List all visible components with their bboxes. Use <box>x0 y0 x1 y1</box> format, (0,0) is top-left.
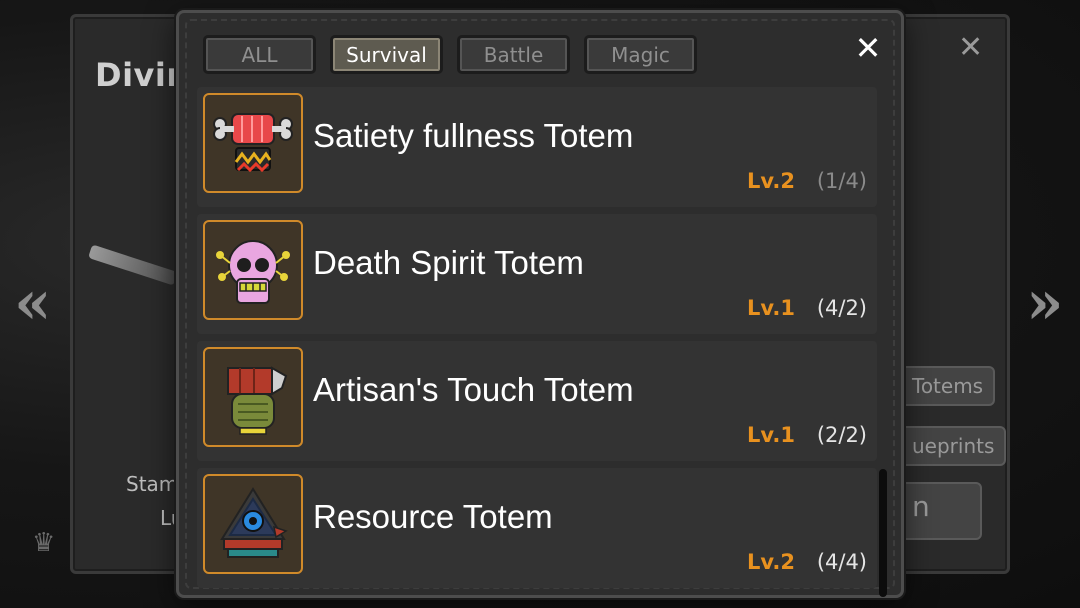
item-name: Resource Totem <box>313 498 553 535</box>
item-name: Artisan's Touch Totem <box>313 371 634 408</box>
blueprints-button[interactable]: ueprints <box>900 426 1007 466</box>
next-arrow-icon[interactable]: » <box>1026 268 1064 338</box>
item-level: Lv.1 <box>747 296 795 320</box>
item-count: (2/2) <box>816 423 867 447</box>
tab-all[interactable]: ALL <box>203 35 316 74</box>
meat-totem-icon <box>203 93 303 193</box>
crown-icon: ♛ <box>32 528 56 558</box>
item-level: Lv.2 <box>747 550 795 574</box>
background-label: Stam <box>126 472 179 496</box>
close-icon[interactable]: ✕ <box>851 31 885 65</box>
previous-arrow-icon[interactable]: « <box>14 268 52 338</box>
item-level: Lv.2 <box>747 169 795 193</box>
category-tabs: ALL Survival Battle Magic <box>203 35 697 74</box>
item-count: (4/4) <box>816 550 867 574</box>
item-level: Lv.1 <box>747 423 795 447</box>
item-count: (1/4) <box>816 169 867 193</box>
item-name: Death Spirit Totem <box>313 244 584 281</box>
list-item[interactable]: Artisan's Touch Totem Lv.1 (2/2) <box>197 341 877 461</box>
list-item[interactable]: Resource Totem Lv.2 (4/4) <box>197 468 877 588</box>
totem-dialog: ALL Survival Battle Magic ✕ Satiety full… <box>176 10 904 598</box>
background-action-button[interactable]: n <box>900 482 982 540</box>
tab-magic[interactable]: Magic <box>584 35 697 74</box>
item-name: Satiety fullness Totem <box>313 117 634 154</box>
hammer-totem-icon <box>203 347 303 447</box>
totems-button[interactable]: Totems <box>900 366 996 406</box>
tab-battle[interactable]: Battle <box>457 35 570 74</box>
list-item[interactable]: Satiety fullness Totem Lv.2 (1/4) <box>197 87 877 207</box>
item-count: (4/2) <box>816 296 867 320</box>
list-item[interactable]: Death Spirit Totem Lv.1 (4/2) <box>197 214 877 334</box>
totem-list: Satiety fullness Totem Lv.2 (1/4) Death … <box>197 87 877 595</box>
background-close-icon[interactable]: ✕ <box>958 30 983 65</box>
triangle-totem-icon <box>203 474 303 574</box>
tab-survival[interactable]: Survival <box>330 35 443 74</box>
skull-totem-icon <box>203 220 303 320</box>
list-scrollbar[interactable] <box>879 469 887 597</box>
